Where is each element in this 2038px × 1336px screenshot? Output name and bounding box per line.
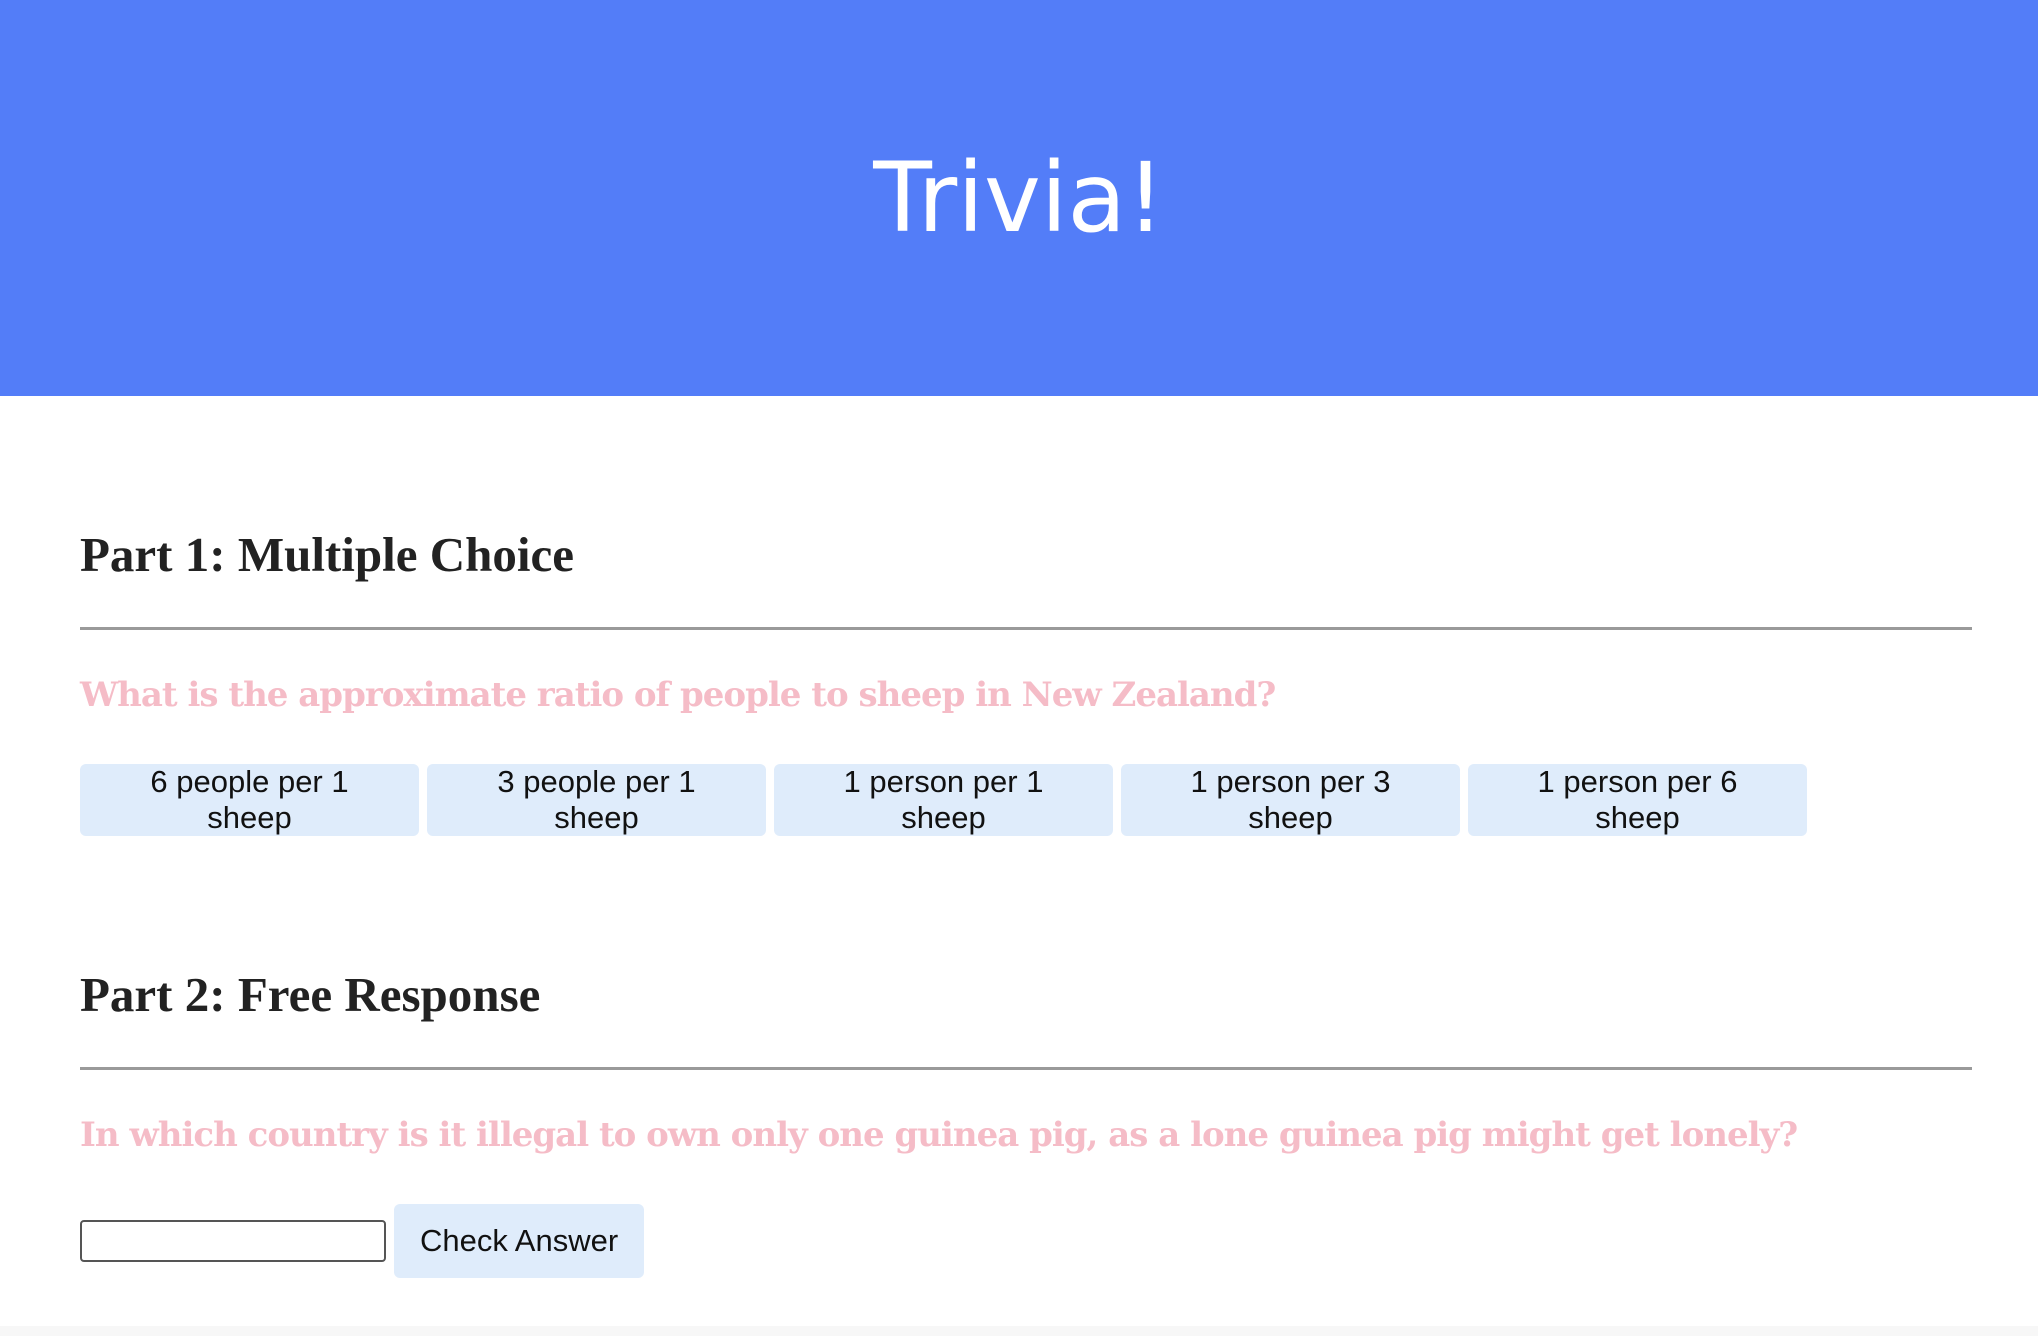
answer-input[interactable] xyxy=(80,1220,386,1262)
choice-button[interactable]: 6 people per 1 sheep xyxy=(80,764,419,836)
choice-button[interactable]: 1 person per 6 sheep xyxy=(1468,764,1807,836)
answer-row: Check Answer xyxy=(80,1204,645,1278)
section-divider xyxy=(80,1067,1972,1070)
free-response-question: In which country is it illegal to own on… xyxy=(80,1115,1798,1155)
choice-button[interactable]: 3 people per 1 sheep xyxy=(427,764,766,836)
page-bottom-edge xyxy=(0,1326,2038,1336)
page-title: Trivia! xyxy=(873,142,1165,254)
section-title-multiple-choice: Part 1: Multiple Choice xyxy=(80,527,574,582)
section-title-free-response: Part 2: Free Response xyxy=(80,967,541,1022)
answer-choices: 6 people per 1 sheep 3 people per 1 shee… xyxy=(80,764,1807,836)
page-header: Trivia! xyxy=(0,0,2038,396)
choice-button[interactable]: 1 person per 1 sheep xyxy=(774,764,1113,836)
multiple-choice-question: What is the approximate ratio of people … xyxy=(80,675,1276,715)
section-divider xyxy=(80,627,1972,630)
choice-button[interactable]: 1 person per 3 sheep xyxy=(1121,764,1460,836)
check-answer-button[interactable]: Check Answer xyxy=(394,1204,645,1278)
